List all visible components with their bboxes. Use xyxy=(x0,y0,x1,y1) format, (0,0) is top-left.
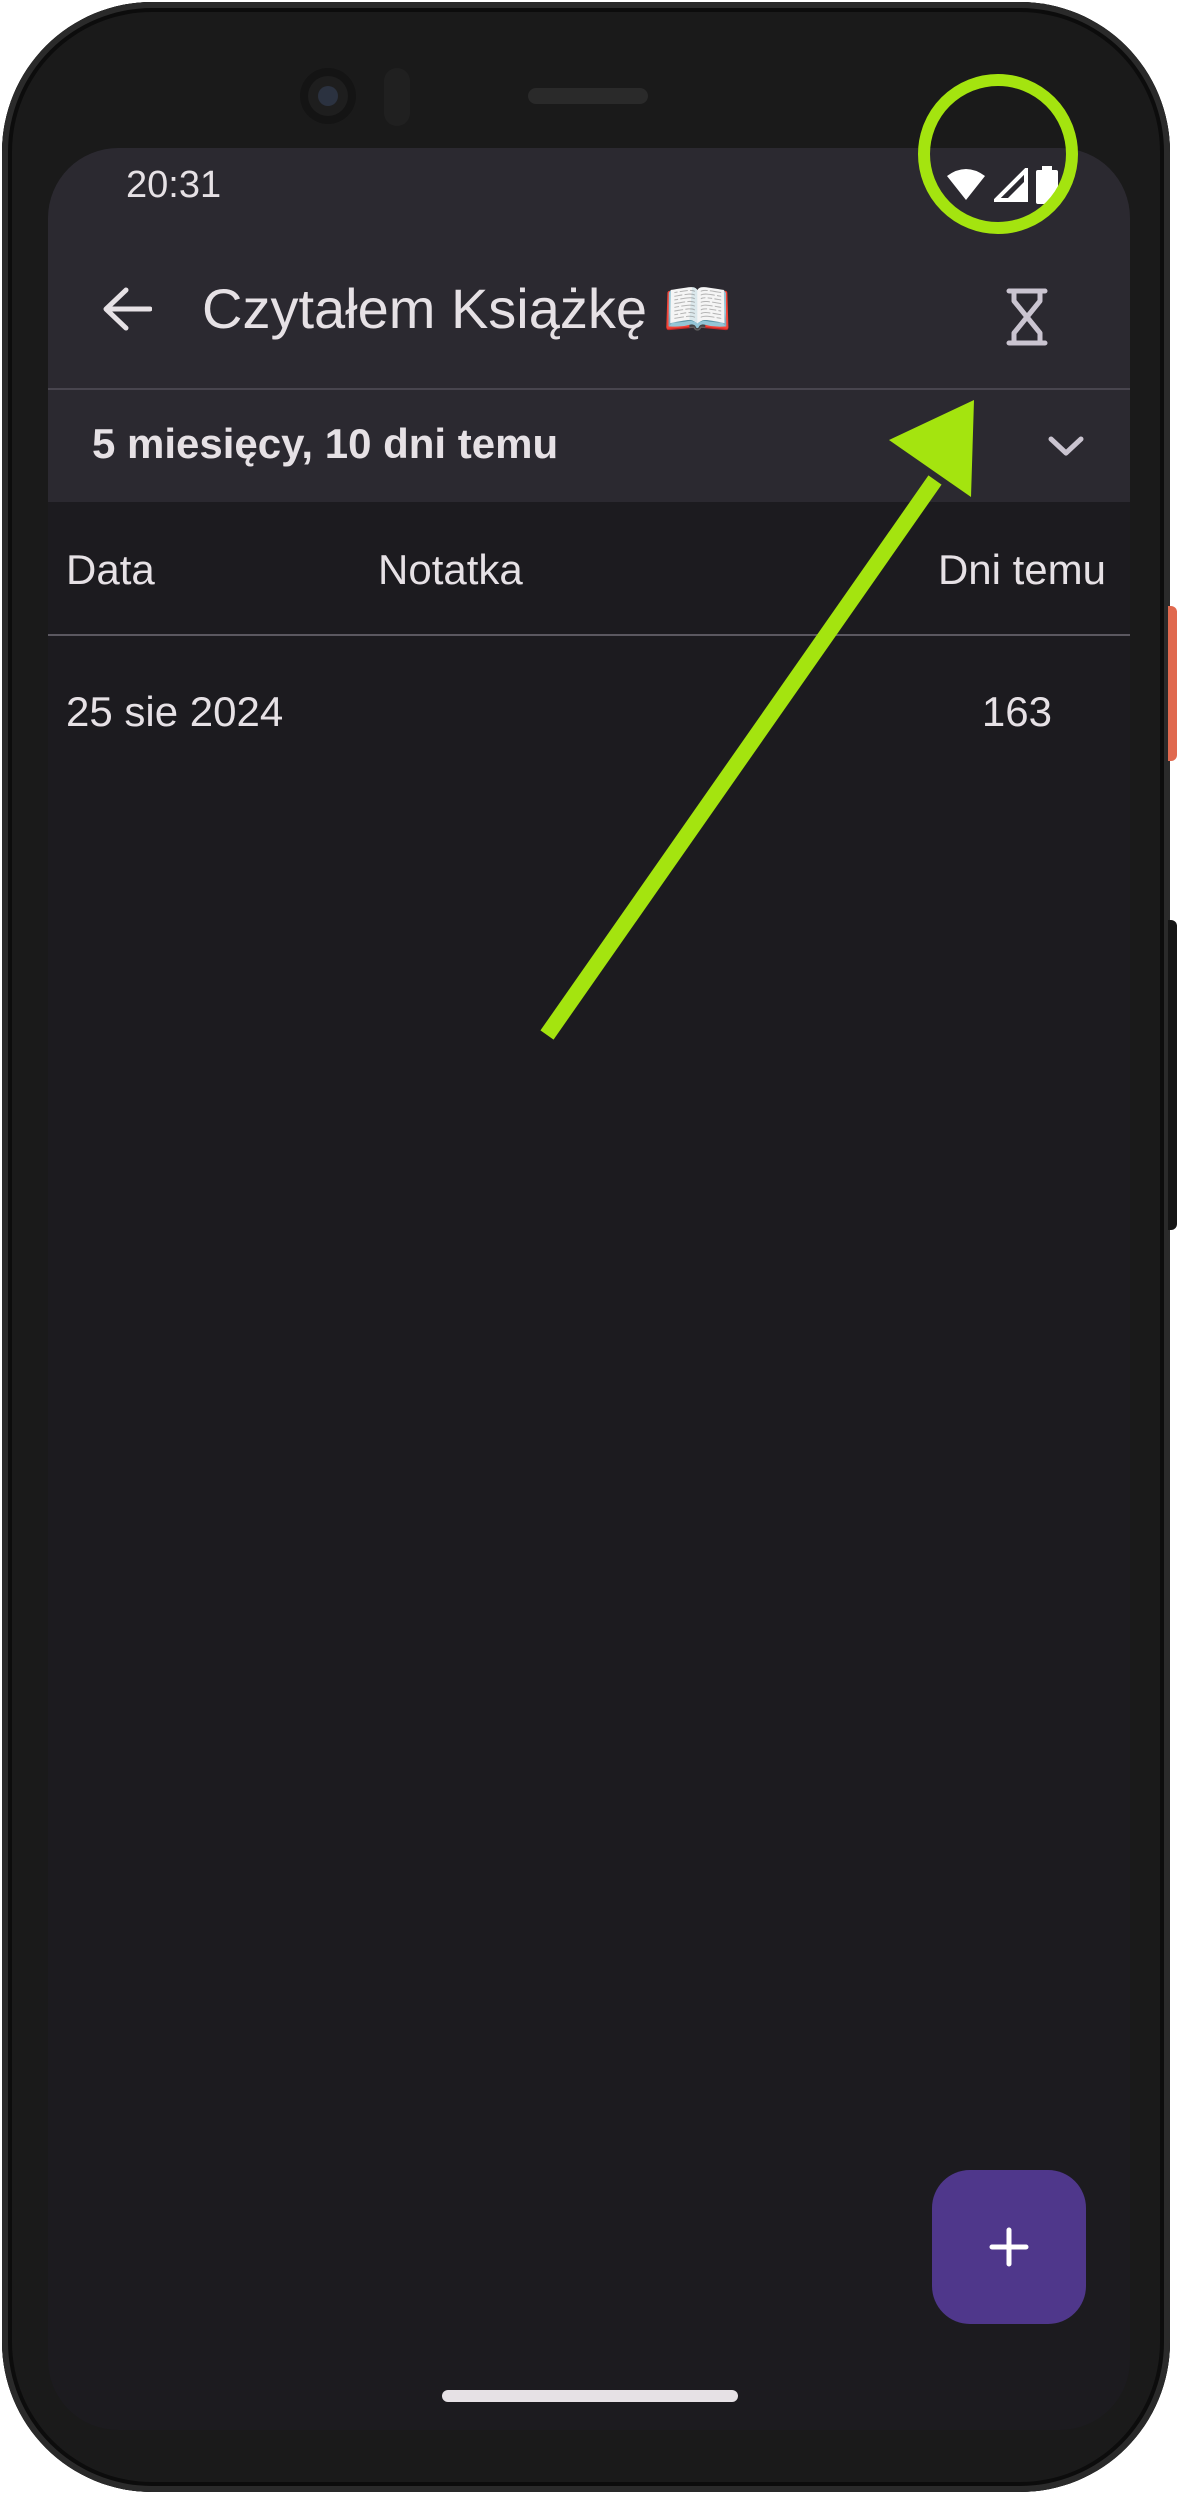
app-bar: Czytałem Książkę 📖 xyxy=(48,228,1130,388)
back-button[interactable] xyxy=(88,270,166,348)
table-header: Data Notatka Dni temu xyxy=(48,502,1130,634)
status-time: 20:31 xyxy=(126,164,222,206)
plus-icon xyxy=(989,2227,1029,2267)
wifi-icon xyxy=(947,169,985,200)
time-range-selector[interactable]: 5 miesięcy, 10 dni temu xyxy=(48,390,1130,502)
battery-icon xyxy=(1036,166,1058,204)
earpiece-speaker xyxy=(528,88,648,104)
column-header-days-ago[interactable]: Dni temu xyxy=(938,546,1106,594)
status-icons xyxy=(946,160,1058,210)
volume-button xyxy=(1168,920,1177,1230)
power-button xyxy=(1168,606,1177,761)
hourglass-icon xyxy=(1006,288,1048,346)
chevron-down-icon[interactable] xyxy=(1038,418,1094,474)
column-header-date[interactable]: Data xyxy=(66,546,155,594)
signal-icon xyxy=(994,168,1028,202)
row-date: 25 sie 2024 xyxy=(66,688,284,735)
front-camera xyxy=(300,68,356,124)
arrow-left-icon xyxy=(103,287,152,331)
status-bar: 20:31 xyxy=(48,148,1130,228)
hourglass-button[interactable] xyxy=(982,272,1072,362)
row-days-ago: 163 xyxy=(981,688,1052,735)
home-indicator[interactable] xyxy=(442,2390,738,2402)
time-range-label: 5 miesięcy, 10 dni temu xyxy=(92,420,559,467)
proximity-sensor xyxy=(384,68,410,126)
top-app-area: 20:31 Czytałem Książkę 📖 5 miesięcy, 10 … xyxy=(48,148,1130,502)
phone-frame: 20:31 Czytałem Książkę 📖 5 miesięcy, 10 … xyxy=(2,2,1170,2492)
page-title: Czytałem Książkę 📖 xyxy=(202,277,733,340)
add-entry-button[interactable] xyxy=(932,2170,1086,2324)
column-header-note[interactable]: Notatka xyxy=(378,546,523,594)
table-row[interactable]: 25 sie 2024 163 xyxy=(48,636,1130,796)
screen: 20:31 Czytałem Książkę 📖 5 miesięcy, 10 … xyxy=(48,148,1130,2430)
